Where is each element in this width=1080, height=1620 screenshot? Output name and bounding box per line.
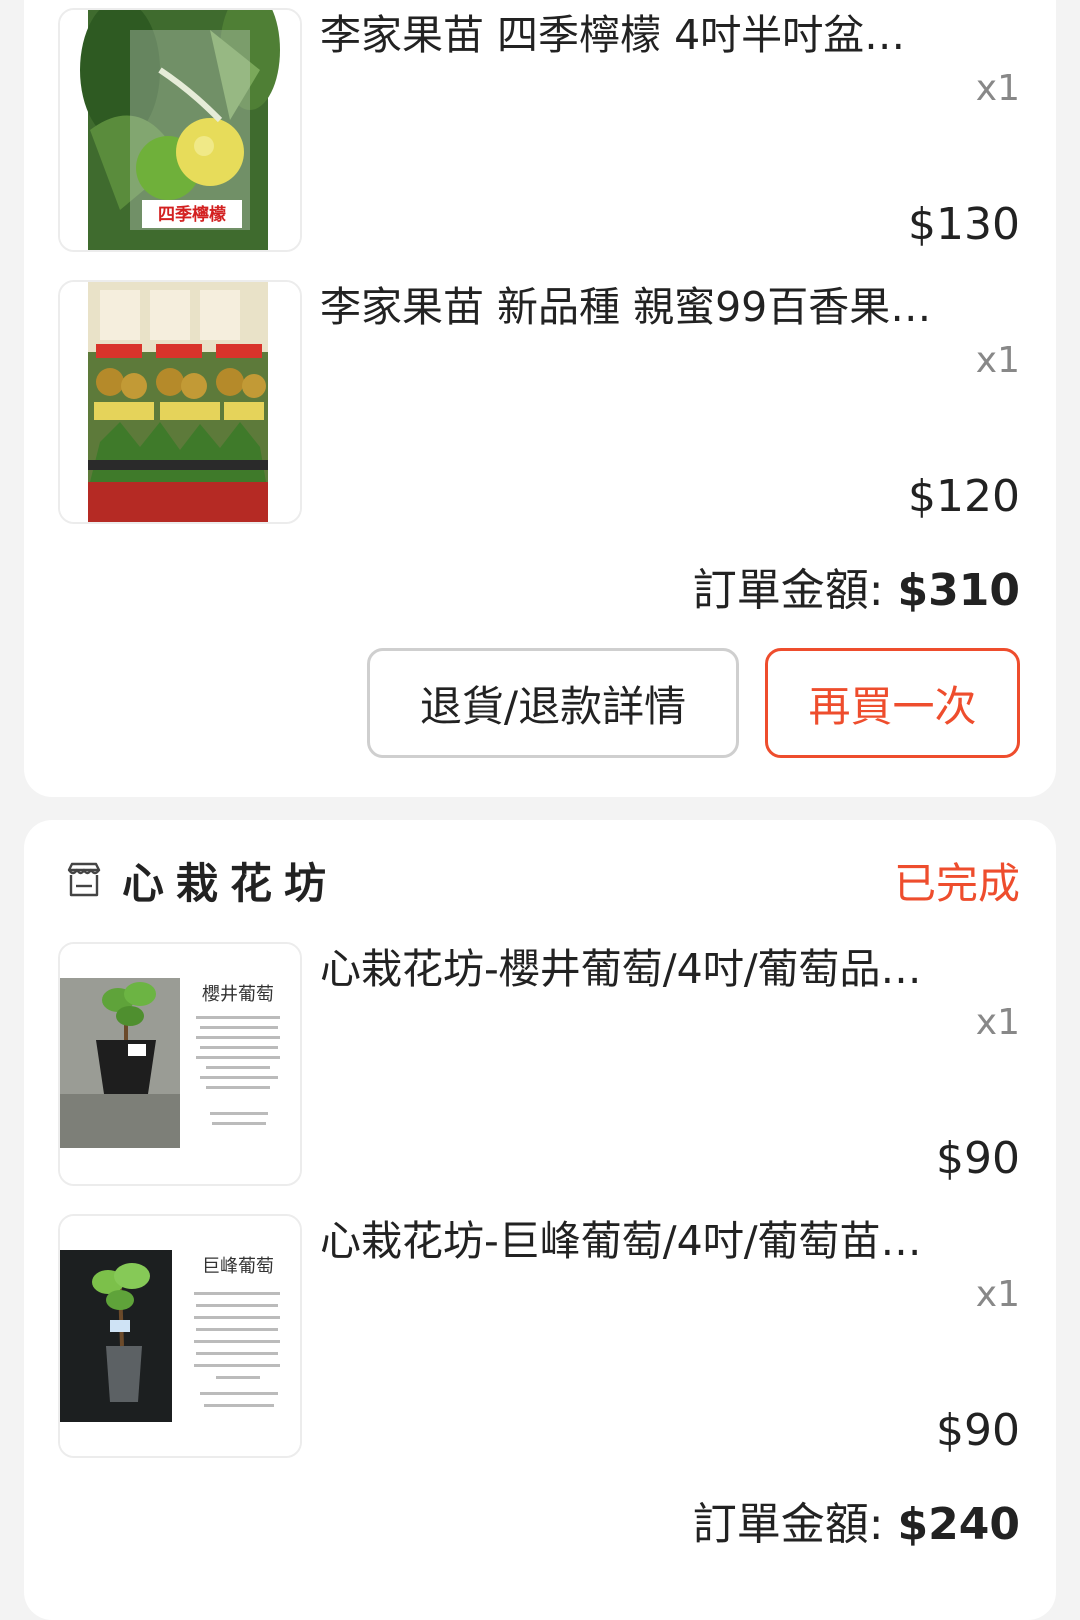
- order-item[interactable]: 巨峰葡萄 心栽花坊-巨峰葡萄/4吋/葡萄苗… x1 $90: [58, 1214, 1020, 1458]
- product-quantity: x1: [975, 340, 1020, 381]
- order-card[interactable]: 四季檸檬 李家果苗 四季檸檬 4吋半吋盆… x1 $130 李家果苗 新品種 親…: [24, 0, 1056, 797]
- product-price: $90: [936, 1133, 1020, 1184]
- product-image[interactable]: 四季檸檬: [58, 8, 302, 252]
- shop-icon: [67, 862, 101, 897]
- shop-header[interactable]: 心栽花坊 已完成: [64, 854, 1020, 908]
- shop-name[interactable]: 心栽花坊: [122, 850, 338, 911]
- product-name[interactable]: 李家果苗 四季檸檬 4吋半吋盆…: [320, 8, 1020, 62]
- order-status: 已完成: [893, 858, 1020, 908]
- image-caption: 巨峰葡萄: [202, 1256, 274, 1277]
- product-image[interactable]: 巨峰葡萄: [58, 1214, 302, 1458]
- order-item[interactable]: 李家果苗 新品種 親蜜99百香果… x1 $120: [58, 280, 1020, 524]
- order-item[interactable]: 櫻井葡萄 心栽花坊-櫻井葡萄/4吋/葡萄品… x1 $90: [58, 942, 1020, 1186]
- order-total-amount: $310: [897, 565, 1020, 616]
- product-price: $120: [908, 471, 1020, 522]
- grape-seedling-photo: 巨峰葡萄: [60, 1216, 300, 1456]
- product-quantity: x1: [975, 68, 1020, 109]
- product-image[interactable]: 櫻井葡萄: [58, 942, 302, 1186]
- product-name[interactable]: 心栽花坊-巨峰葡萄/4吋/葡萄苗…: [320, 1214, 1020, 1268]
- product-name[interactable]: 心栽花坊-櫻井葡萄/4吋/葡萄品…: [320, 942, 1020, 996]
- product-name[interactable]: 李家果苗 新品種 親蜜99百香果…: [320, 280, 1020, 334]
- image-caption: 櫻井葡萄: [202, 984, 274, 1005]
- buy-again-button[interactable]: 再買一次: [765, 648, 1020, 758]
- order-item[interactable]: 四季檸檬 李家果苗 四季檸檬 4吋半吋盆… x1 $130: [58, 8, 1020, 252]
- return-refund-details-button[interactable]: 退貨/退款詳情: [367, 648, 739, 758]
- order-total: 訂單金額: $310: [693, 554, 1020, 618]
- product-price: $130: [908, 199, 1020, 250]
- passion-fruit-seedlings-photo: [60, 282, 300, 522]
- order-card[interactable]: 心栽花坊 已完成 櫻井葡萄 心栽花坊-櫻井葡萄/4吋/葡萄品… x1 $90 巨…: [24, 820, 1056, 1620]
- order-total: 訂單金額: $240: [693, 1488, 1020, 1552]
- lemon-plant-photo: 四季檸檬: [60, 10, 300, 250]
- order-total-label: 訂單金額:: [692, 565, 898, 616]
- product-quantity: x1: [975, 1274, 1020, 1315]
- product-image[interactable]: [58, 280, 302, 524]
- grape-seedling-photo: 櫻井葡萄: [60, 944, 300, 1184]
- product-quantity: x1: [975, 1002, 1020, 1043]
- product-price: $90: [936, 1405, 1020, 1456]
- image-tag-text: 四季檸檬: [158, 204, 226, 225]
- order-total-amount: $240: [897, 1499, 1020, 1550]
- order-total-label: 訂單金額:: [692, 1499, 898, 1550]
